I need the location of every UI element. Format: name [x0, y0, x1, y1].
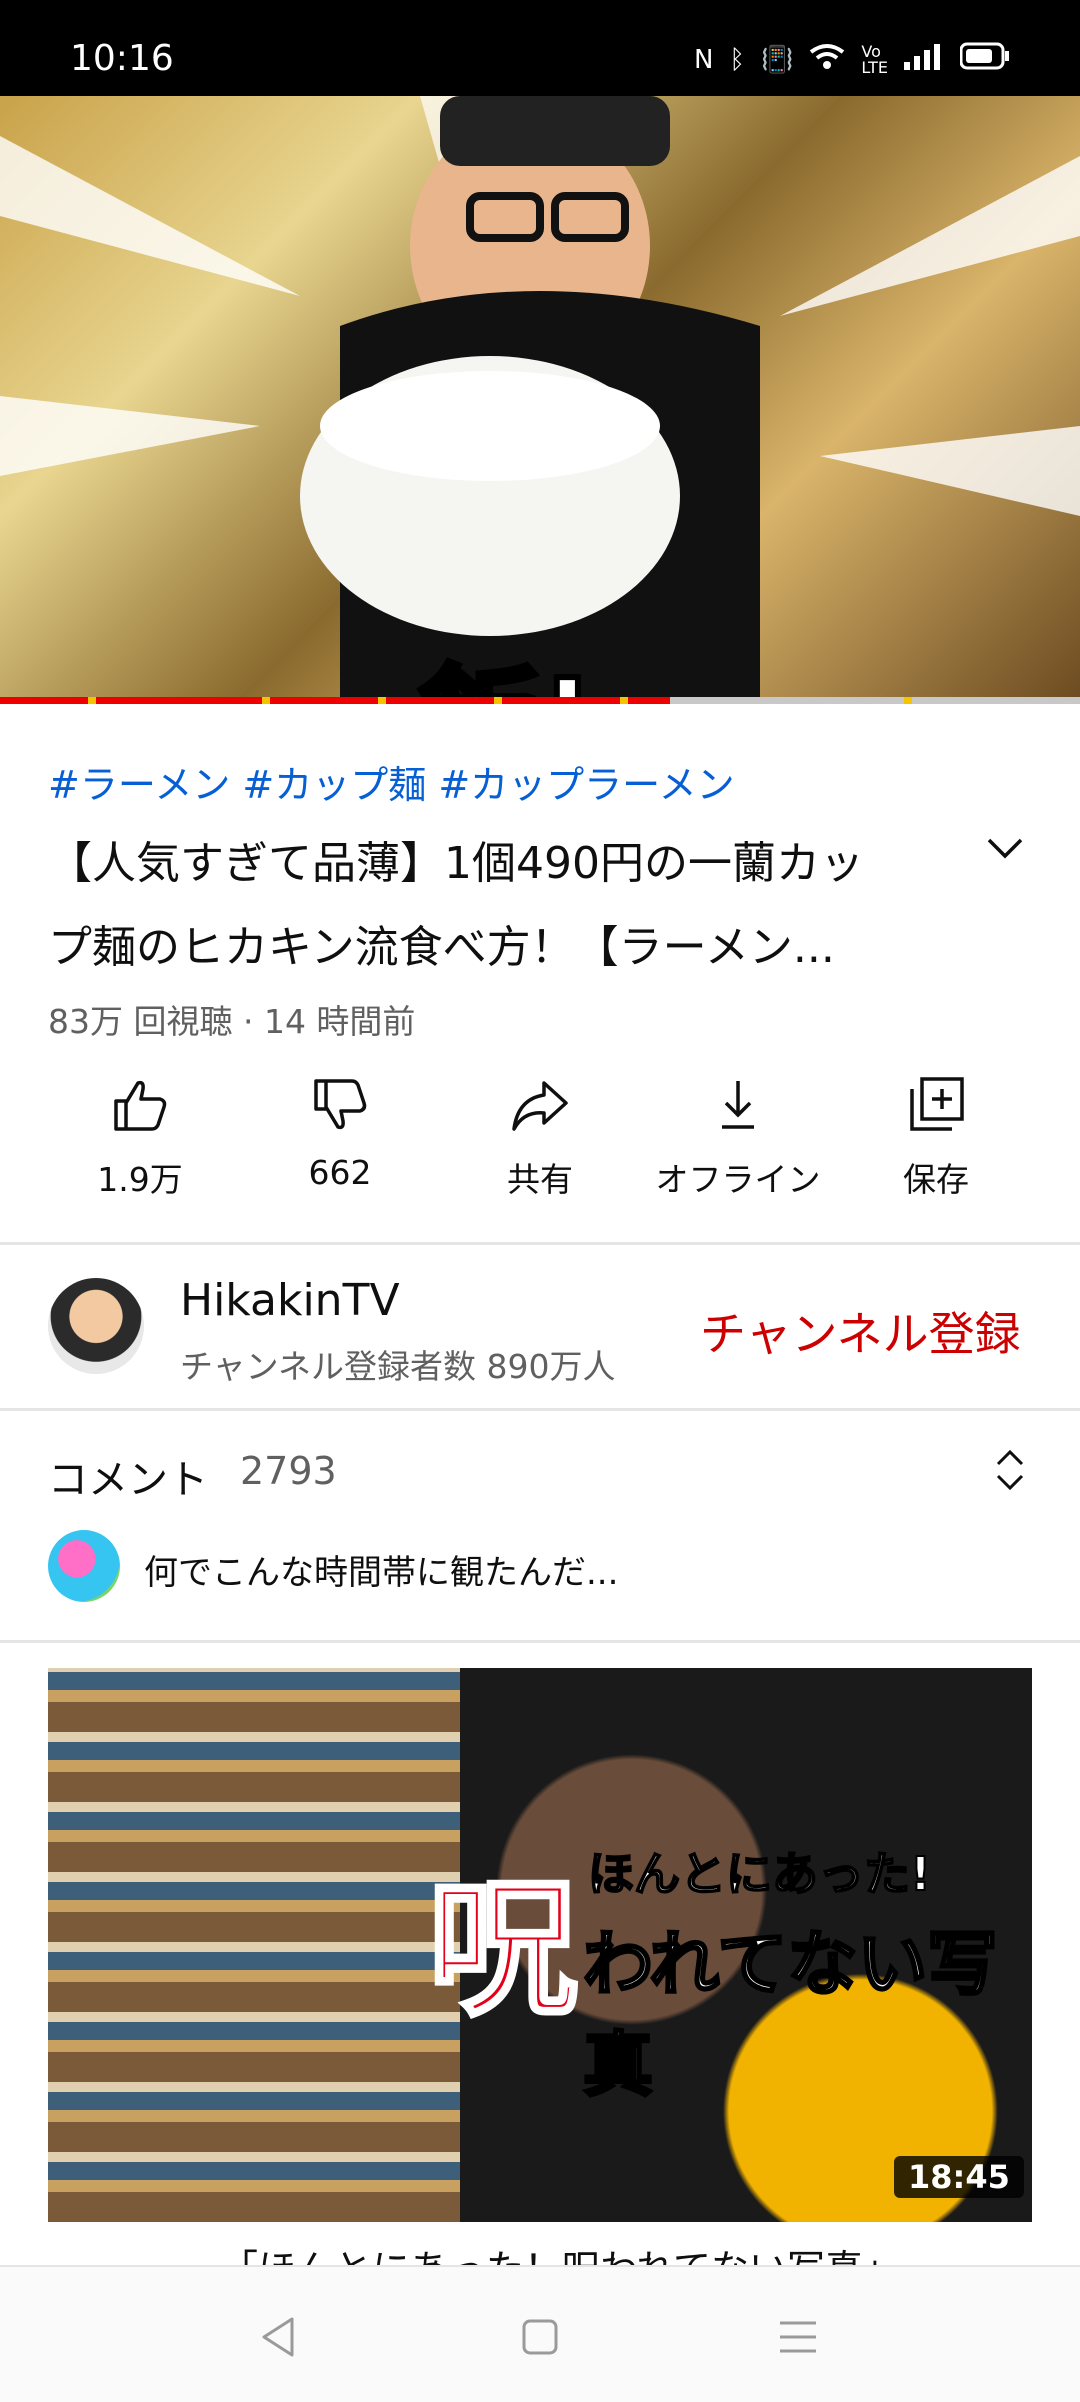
comments-count: 2793 — [240, 1449, 337, 1493]
thumbnail-text-line2: われてない写真 — [582, 1922, 999, 2108]
divider — [0, 1640, 1080, 1643]
add-to-playlist-icon — [910, 1077, 964, 1131]
thumbnail-text-line1: ほんとにあった! — [587, 1846, 932, 1902]
video-overlay-text: 飯! — [417, 626, 598, 704]
battery-icon — [959, 42, 1010, 77]
comment-preview: 何でこんな時間帯に観たんだ... — [144, 1553, 619, 1593]
home-icon[interactable] — [520, 2317, 560, 2357]
navigation-bar — [0, 2265, 1080, 2402]
comments-panel[interactable]: コメント 2793 何でこんな時間帯に観たんだ... — [0, 1412, 1080, 1640]
ad-marker — [262, 697, 270, 704]
expand-icon[interactable] — [990, 1446, 1030, 1494]
menu-icon[interactable] — [778, 2319, 818, 2355]
ad-marker — [620, 697, 628, 704]
video-progress-fill — [0, 697, 670, 704]
thumbs-down-icon — [314, 1079, 367, 1130]
dislike-count: 662 — [308, 1153, 372, 1192]
dislike-button[interactable]: 662 — [240, 1075, 440, 1192]
save-button[interactable]: 保存 — [836, 1075, 1036, 1201]
thumbs-up-icon — [114, 1080, 167, 1131]
thumbnail-curse-text: 呪 — [426, 1861, 580, 2039]
thumbnail-left-image — [48, 1668, 460, 2222]
ad-marker — [88, 697, 96, 704]
download-label: オフライン — [655, 1160, 821, 1199]
video-player[interactable]: 飯! — [0, 96, 1080, 704]
status-icons: N ᛒ 📳 Vo LTE — [694, 42, 1010, 77]
ad-marker — [378, 697, 386, 704]
status-time: 10:16 — [70, 38, 174, 79]
nfc-icon: N — [693, 44, 714, 75]
like-count: 1.9万 — [97, 1160, 183, 1199]
download-icon — [722, 1081, 754, 1129]
video-title[interactable]: 【人気すぎて品薄】1個490円の一蘭カッ プ麺のヒカキン流食べ方！【ラーメン..… — [48, 822, 948, 990]
save-label: 保存 — [903, 1160, 969, 1199]
bluetooth-icon: ᛒ — [729, 44, 746, 75]
ad-marker — [904, 697, 912, 704]
video-duration: 18:45 — [894, 2156, 1024, 2198]
share-icon — [512, 1081, 568, 1131]
channel-avatar[interactable] — [48, 1278, 144, 1374]
comments-label: コメント — [48, 1457, 208, 1503]
like-button[interactable]: 1.9万 — [40, 1075, 240, 1201]
hashtags[interactable]: #ラーメン #カップ麺 #カップラーメン — [48, 754, 735, 809]
share-label: 共有 — [507, 1160, 573, 1199]
action-row: 1.9万 662 共有 オフライン 保存 — [0, 1075, 1080, 1215]
share-button[interactable]: 共有 — [440, 1075, 640, 1201]
chevron-down-icon[interactable] — [985, 828, 1025, 868]
video-title-line2: プ麺のヒカキン流食べ方！【ラーメン... — [48, 922, 835, 973]
subscribe-button[interactable]: チャンネル登録 — [700, 1298, 1021, 1364]
next-video-thumbnail[interactable]: 呪 ほんとにあった! われてない写真 18:45 — [48, 1668, 1032, 2222]
signal-icon — [904, 42, 944, 77]
subscriber-count: チャンネル登録者数 890万人 — [180, 1347, 616, 1386]
video-title-line1: 【人気すぎて品薄】1個490円の一蘭カッ — [48, 838, 864, 889]
wifi-icon — [809, 42, 845, 77]
ad-marker — [494, 697, 502, 704]
status-bar: 10:16 N ᛒ 📳 Vo LTE — [0, 0, 1080, 96]
volte-icon: Vo LTE — [861, 41, 888, 77]
channel-name[interactable]: HikakinTV — [180, 1275, 400, 1326]
video-meta: 83万 回視聴 · 14 時間前 — [48, 1002, 416, 1041]
divider — [0, 1408, 1080, 1411]
back-icon[interactable] — [258, 2315, 298, 2359]
vibrate-icon: 📳 — [761, 44, 794, 75]
divider — [0, 1242, 1080, 1245]
download-button[interactable]: オフライン — [638, 1075, 838, 1201]
speed-lines-graphic — [0, 96, 1080, 704]
commenter-avatar — [48, 1530, 120, 1602]
